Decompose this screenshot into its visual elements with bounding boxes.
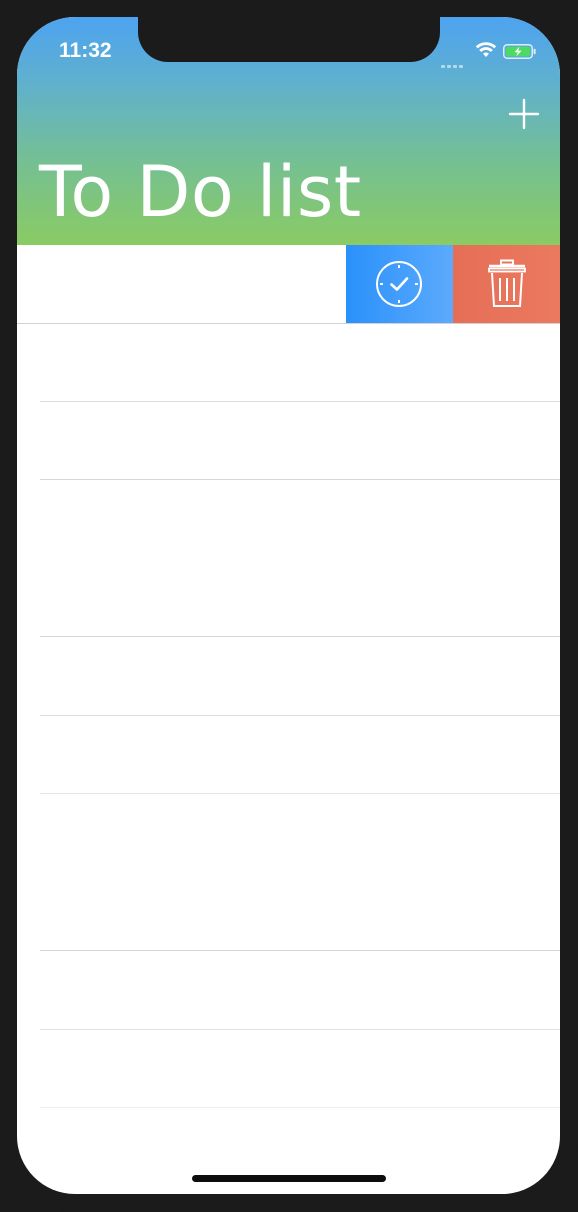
- todo-list: [17, 245, 560, 1108]
- page-title: To Do list: [39, 151, 362, 233]
- list-item[interactable]: [17, 951, 560, 1030]
- wifi-icon: [475, 42, 497, 57]
- list-item[interactable]: [17, 1030, 560, 1108]
- list-item[interactable]: [17, 402, 560, 480]
- notch: [138, 17, 440, 62]
- list-item-content[interactable]: [17, 245, 346, 323]
- screen: 11:32 To Do list: [17, 17, 560, 1194]
- row-separator: [40, 1107, 560, 1108]
- clock-check-icon: [376, 261, 422, 307]
- battery-charging-icon: [503, 44, 536, 59]
- list-item-swiped[interactable]: [17, 245, 560, 324]
- home-indicator[interactable]: [192, 1175, 386, 1182]
- status-time: 11:32: [59, 39, 112, 62]
- list-item[interactable]: [17, 716, 560, 794]
- list-item[interactable]: [17, 637, 560, 716]
- list-item[interactable]: [17, 480, 560, 637]
- signal-dots-icon: [441, 55, 465, 73]
- list-item[interactable]: [17, 794, 560, 951]
- delete-action-button[interactable]: [453, 245, 560, 323]
- add-button[interactable]: [507, 97, 541, 131]
- list-item[interactable]: [17, 324, 560, 402]
- status-icons: [441, 41, 541, 68]
- trash-icon: [488, 259, 526, 307]
- complete-action-button[interactable]: [346, 245, 453, 323]
- header: 11:32 To Do list: [17, 17, 560, 245]
